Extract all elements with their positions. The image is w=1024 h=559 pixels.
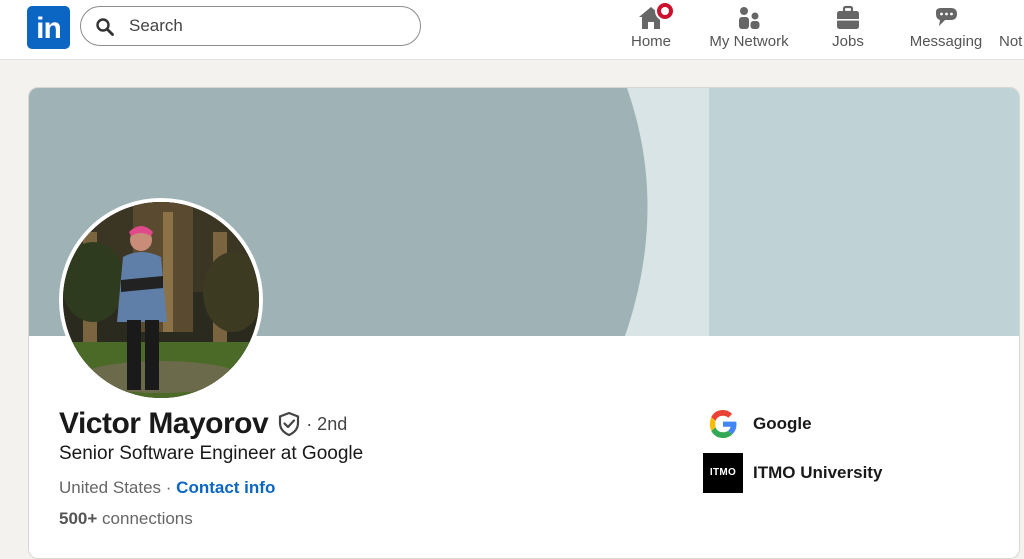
profile-photo-image [63,202,259,398]
location-row: United States · Contact info [59,478,275,498]
profile-name: Victor Mayorov [59,407,269,440]
profile-location: United States [59,478,162,497]
connection-degree: · 2nd [306,413,348,434]
connections-number: 500+ [59,509,98,528]
linkedin-logo[interactable]: in [27,6,70,49]
search-box[interactable] [80,6,421,46]
connections-label: connections [102,509,193,528]
nav-my-network[interactable]: My Network [703,0,795,59]
org-google-name: Google [753,414,812,433]
nav-messaging-label: Messaging [909,33,983,50]
name-row: Victor Mayorov · 2nd [59,406,347,442]
contact-info-link[interactable]: Contact info [176,478,275,497]
nav-home-label: Home [630,33,671,50]
itmo-logo: ITMO [703,453,743,493]
search-icon [96,18,114,36]
org-itmo-name: ITMO University [753,463,883,482]
profile-card: Victor Mayorov · 2nd Senior Software Eng… [28,87,1020,559]
nav-jobs-label: Jobs [832,33,864,50]
connections-count[interactable]: 500+ connections [59,509,193,529]
nav-notifications-label: Not [999,33,1023,50]
verified-shield-icon[interactable] [276,411,302,437]
people-icon [739,7,760,29]
org-itmo[interactable]: ITMO ITMO University [703,453,882,493]
briefcase-icon [837,5,859,29]
chat-icon [936,8,957,26]
nav-my-network-label: My Network [709,33,789,50]
google-logo [709,410,737,438]
separator: · [161,478,177,497]
nav-notifications[interactable]: Not [999,0,1024,59]
profile-photo[interactable] [59,198,263,402]
nav-home[interactable]: Home [620,0,682,59]
top-nav: in Home My Network Jobs [0,0,1024,60]
notification-badge [655,1,675,21]
nav-messaging[interactable]: Messaging [905,0,987,59]
org-google[interactable]: Google [703,404,812,444]
search-input[interactable] [129,7,409,45]
profile-headline: Senior Software Engineer at Google [59,443,364,464]
nav-jobs[interactable]: Jobs [822,0,874,59]
